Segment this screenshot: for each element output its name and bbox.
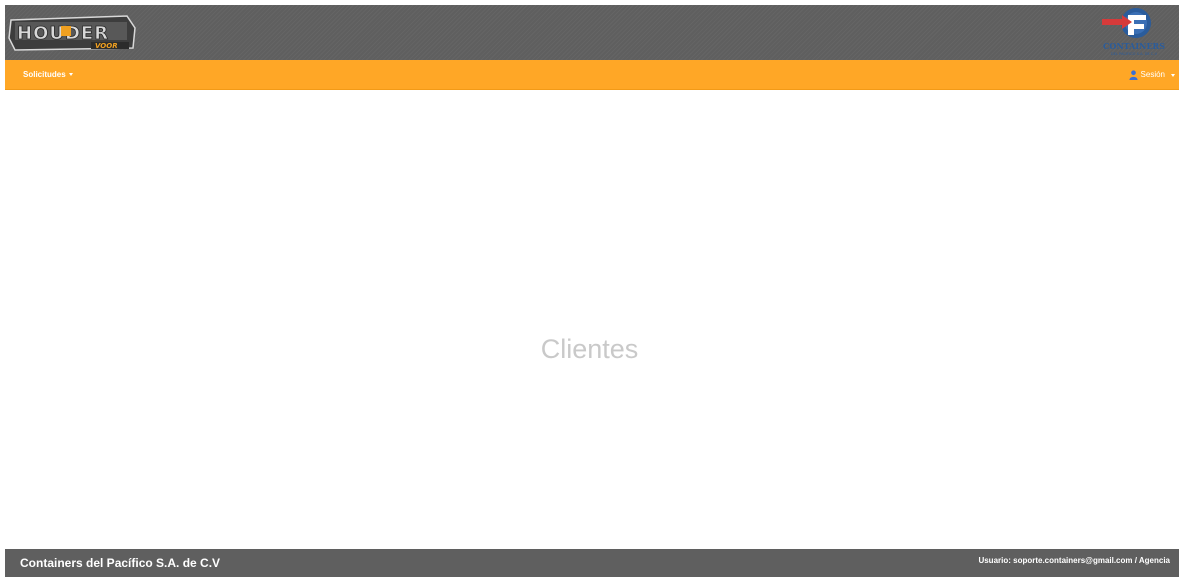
caret-down-icon	[68, 73, 73, 77]
caret-down-icon	[1171, 73, 1175, 77]
solicitudes-menu[interactable]: Solicitudes	[23, 60, 73, 90]
footer-company-name: Containers del Pacífico S.A. de C.V	[20, 556, 221, 570]
houder-logo[interactable]: HOUDER VOOR	[7, 14, 141, 54]
page: HOUDER VOOR CONTAINERS DEL PACIFICO S.A.…	[0, 0, 1179, 577]
sesion-menu-label: Sesión	[1140, 70, 1165, 79]
containers-logo[interactable]: CONTAINERS DEL PACIFICO S.A. DE C.V	[1084, 5, 1179, 60]
header-bar: HOUDER VOOR CONTAINERS DEL PACIFICO S.A.…	[5, 5, 1179, 60]
footer-user-info: Usuario: soporte.containers@gmail.com / …	[978, 556, 1170, 565]
main-nav: Solicitudes Sesión	[5, 60, 1179, 90]
page-title: Clientes	[540, 334, 639, 364]
houder-logo-subtext: VOOR	[95, 42, 118, 50]
containers-logo-text: CONTAINERS	[1103, 41, 1165, 51]
footer-bar: Containers del Pacífico S.A. de C.V Usua…	[5, 549, 1179, 577]
sesion-menu[interactable]: Sesión	[1128, 60, 1175, 90]
containers-logo-subtext: DEL PACIFICO S.A. DE C.V	[1111, 52, 1158, 56]
user-icon	[1128, 70, 1138, 80]
solicitudes-menu-label: Solicitudes	[23, 70, 66, 79]
